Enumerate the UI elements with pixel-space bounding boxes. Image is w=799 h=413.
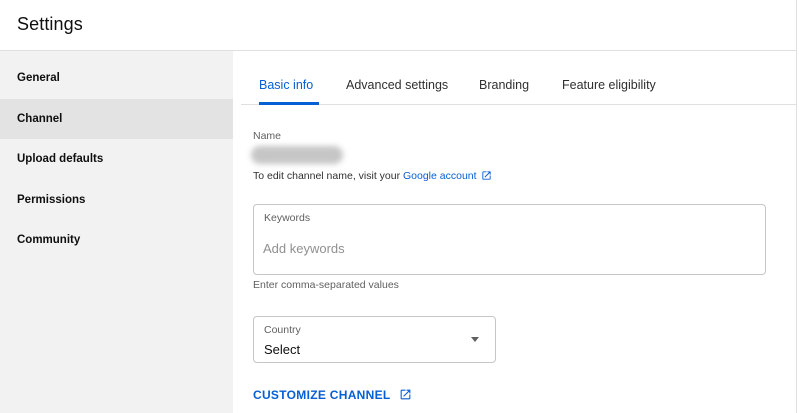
settings-window: Settings General Channel Upload defaults… <box>0 0 797 413</box>
sidebar-item-channel[interactable]: Channel <box>0 99 233 139</box>
channel-tabs: Basic info Advanced settings Branding Fe… <box>241 51 797 105</box>
country-label: Country <box>264 324 301 336</box>
sidebar-item-upload-defaults[interactable]: Upload defaults <box>0 139 233 179</box>
dropdown-caret-icon[interactable] <box>471 337 479 342</box>
keywords-helper-text: Enter comma-separated values <box>253 279 399 291</box>
tab-feature-eligibility[interactable]: Feature eligibility <box>562 51 656 104</box>
edit-name-hint-text: To edit channel name, visit your <box>253 170 403 182</box>
name-label: Name <box>253 130 282 142</box>
open-in-new-icon[interactable] <box>481 170 492 184</box>
google-account-link[interactable]: Google account <box>403 170 477 182</box>
tab-branding[interactable]: Branding <box>479 51 529 104</box>
sidebar-item-community[interactable]: Community <box>0 220 233 260</box>
sidebar-item-general[interactable]: General <box>0 58 233 98</box>
settings-sidebar: General Channel Upload defaults Permissi… <box>0 51 233 413</box>
settings-main-panel: Basic info Advanced settings Branding Fe… <box>233 51 797 413</box>
active-tab-indicator <box>259 102 319 105</box>
edit-name-hint: To edit channel name, visit your Google … <box>253 170 492 184</box>
tab-advanced-settings[interactable]: Advanced settings <box>346 51 448 104</box>
sidebar-item-permissions[interactable]: Permissions <box>0 180 233 220</box>
page-title: Settings <box>17 14 83 34</box>
settings-header: Settings <box>0 0 797 51</box>
keywords-field[interactable]: Keywords <box>253 204 766 275</box>
customize-channel-link[interactable]: CUSTOMIZE CHANNEL <box>253 388 412 404</box>
keywords-label: Keywords <box>264 212 311 224</box>
channel-name-blurred <box>251 146 343 164</box>
tab-basic-info[interactable]: Basic info <box>259 51 313 104</box>
open-in-new-icon[interactable] <box>399 388 412 404</box>
customize-channel-label: CUSTOMIZE CHANNEL <box>253 388 391 402</box>
country-value: Select <box>264 342 301 357</box>
keywords-input[interactable] <box>263 238 743 258</box>
country-select[interactable]: Country Select <box>253 316 496 363</box>
